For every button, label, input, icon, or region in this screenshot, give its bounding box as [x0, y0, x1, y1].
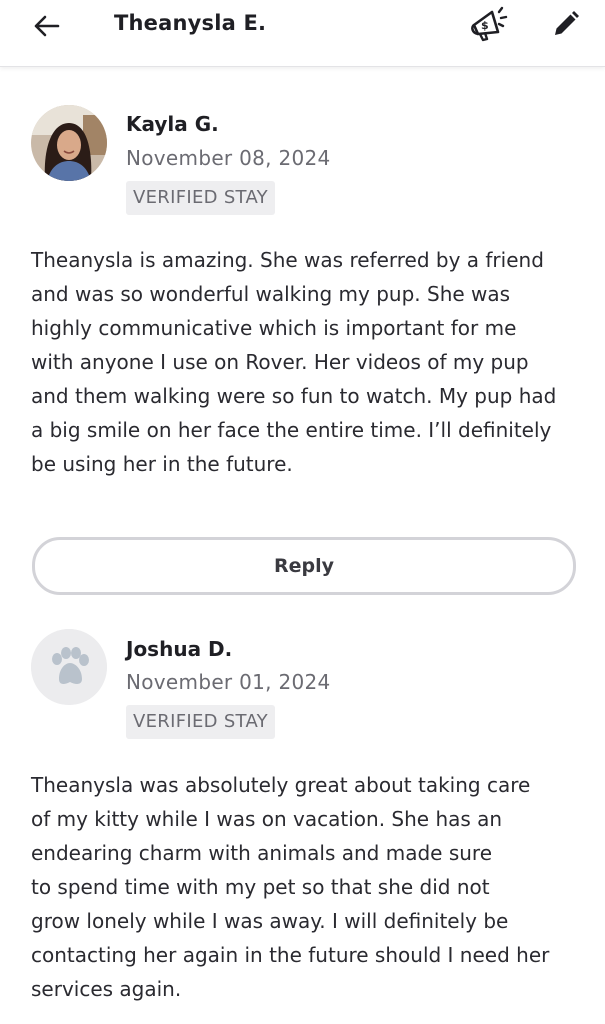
review-text-line: to spend time with my pet so that she di… [31, 875, 490, 899]
review-text-line: services again. [31, 977, 182, 1001]
avatar [31, 629, 107, 705]
verified-stay-badge: VERIFIED STAY [126, 705, 275, 739]
review-date: November 01, 2024 [126, 670, 331, 694]
review-text-line: of my kitty while I was on vacation. She… [31, 807, 503, 831]
review-card: Joshua D. November 01, 2024 VERIFIED STA… [0, 0, 605, 1024]
review-text-line: contacting her again in the future shoul… [31, 943, 550, 967]
review-text-line: grow lonely while I was away. I will def… [31, 909, 509, 933]
review-text-line: Theanysla was absolutely great about tak… [31, 773, 531, 797]
reviewer-name: Joshua D. [126, 637, 233, 661]
review-text-line: endearing charm with animals and made su… [31, 841, 492, 865]
review-text: Theanysla was absolutely great about tak… [31, 768, 576, 1006]
paw-placeholder-icon [31, 629, 107, 705]
